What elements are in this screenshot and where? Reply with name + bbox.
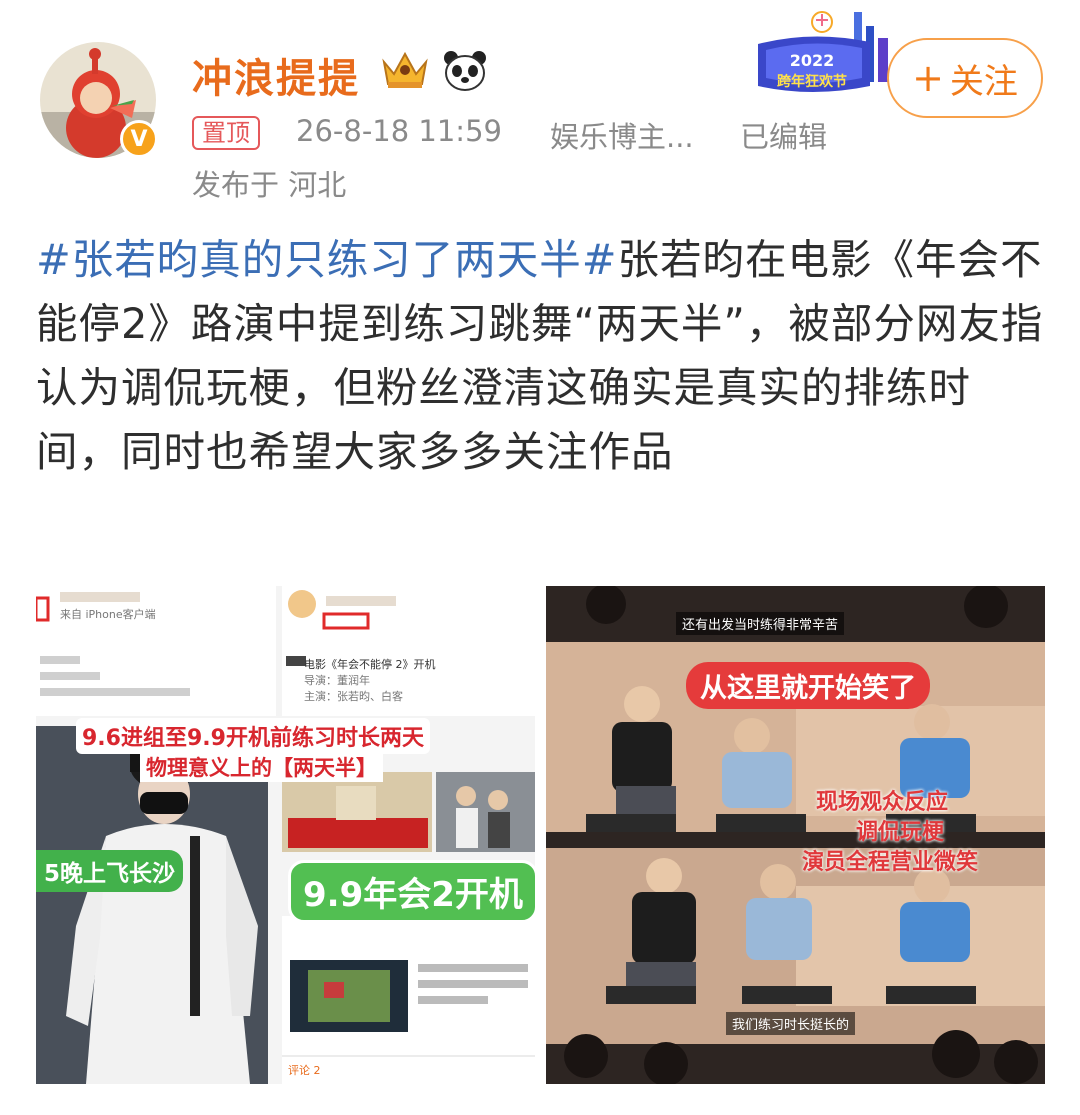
post-source[interactable]: 娱乐博主... — [550, 114, 694, 156]
caption-start: 9.9年会2开机 — [288, 860, 535, 923]
panda-icon — [444, 51, 486, 91]
follow-label: 关注 — [949, 61, 1018, 102]
caption-timeline: 9.6进组至9.9开机前练习时长两天 — [76, 718, 430, 754]
post-timestamp: 26-8-18 11:59 — [296, 114, 502, 148]
left-collage-graphic — [36, 586, 535, 1084]
caption-red-3: 现场观众反应 — [816, 790, 949, 815]
left-small-comment: 评论 2 — [288, 1064, 321, 1077]
follow-button[interactable]: + 关注 — [887, 38, 1043, 118]
edited-label[interactable]: 已编辑 — [740, 114, 827, 156]
caption-red-2: 演员全程营业微笑 — [802, 850, 979, 875]
post-image-1[interactable]: 来自 iPhone客户端 电影《年会不能停 2》开机 导演：董润年 主演：张若昀… — [36, 586, 535, 1084]
event-banner-year: 2022 — [790, 51, 835, 70]
author-avatar[interactable]: V — [40, 42, 158, 158]
right-collage-graphic — [546, 586, 1045, 1084]
event-banner-title: 跨年狂欢节 — [777, 73, 847, 90]
post-image-2[interactable]: 还有出发当时练得非常辛苦 从这里就开始笑了 现场观众反应 调侃玩梗 演员全程营业… — [546, 586, 1045, 1084]
author-name[interactable]: 冲浪提提 — [192, 46, 360, 104]
caption-physics: 物理意义上的【两天半】 — [140, 752, 383, 782]
caption-laugh: 从这里就开始笑了 — [686, 662, 930, 709]
hashtag-link[interactable]: #张若昀真的只练习了两天半# — [36, 235, 618, 284]
caption-red-1: 调侃玩梗 — [856, 820, 945, 845]
left-small-movie: 电影《年会不能停 2》开机 — [304, 658, 436, 671]
crown-icon — [382, 51, 428, 88]
verified-badge: V — [120, 120, 158, 158]
post-body: #张若昀真的只练习了两天半#张若昀在电影《年会不能停2》路演中提到练习跳舞“两天… — [36, 228, 1046, 484]
left-small-phone: 来自 iPhone客户端 — [60, 608, 156, 621]
subtitle-top: 还有出发当时练得非常辛苦 — [676, 612, 845, 635]
plus-icon: + — [912, 56, 944, 100]
left-small-cast: 主演：张若昀、白客 — [304, 690, 403, 703]
left-small-director: 导演：董润年 — [304, 674, 370, 687]
pinned-badge: 置顶 — [192, 116, 260, 150]
subtitle-bottom: 我们练习时长挺长的 — [726, 1012, 856, 1035]
post-location: 发布于 河北 — [192, 168, 347, 202]
event-banner[interactable]: 2022 跨年狂欢节 — [752, 8, 902, 104]
caption-flight: 5晚上飞长沙 — [36, 850, 184, 892]
